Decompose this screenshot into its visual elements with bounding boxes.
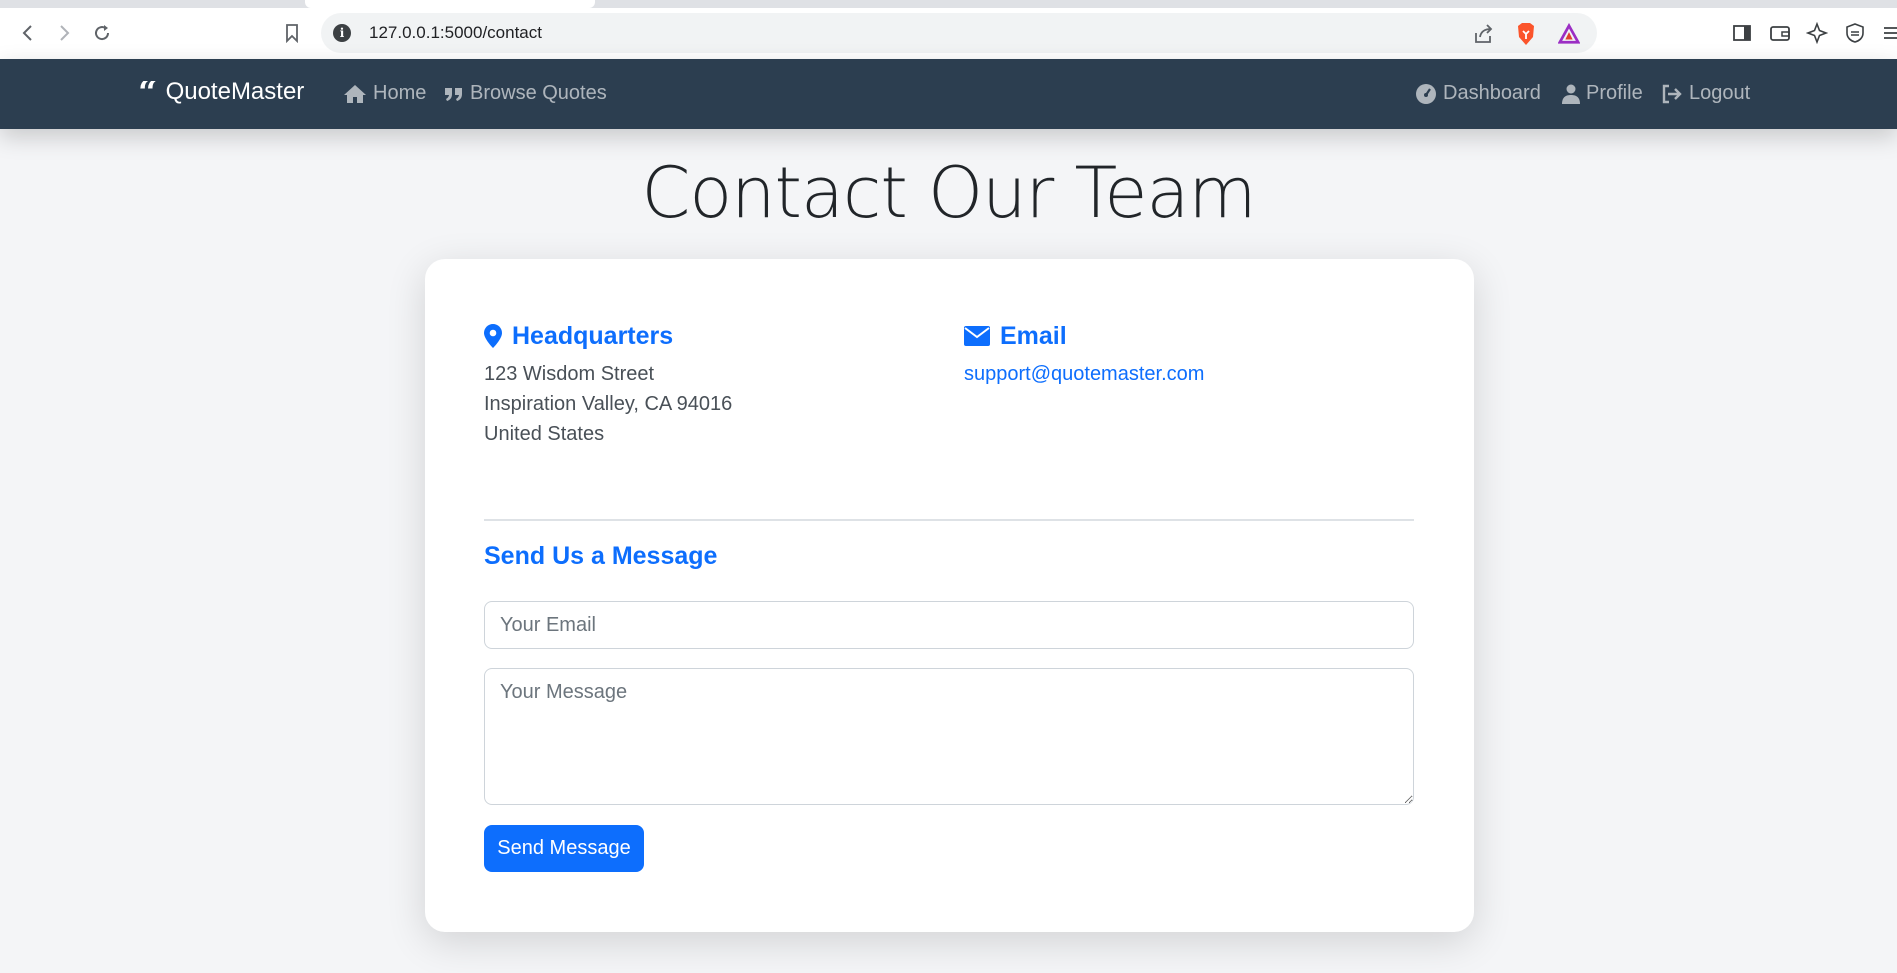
active-tab[interactable] — [305, 0, 595, 8]
site-info-icon[interactable]: i — [333, 24, 351, 42]
brand-link[interactable]: “ QuoteMaster — [138, 78, 304, 106]
nav-logout-label: Logout — [1689, 82, 1751, 104]
email-section: Email support@quotemaster.com — [964, 321, 1204, 389]
headquarters-heading: Headquarters — [484, 321, 732, 351]
brave-shields-icon[interactable] — [1515, 23, 1537, 45]
address-line: Inspiration Valley, CA 94016 — [484, 393, 733, 415]
support-email-link[interactable]: support@quotemaster.com — [964, 363, 1204, 385]
brand-name: QuoteMaster — [165, 78, 305, 105]
user-icon — [1562, 84, 1580, 104]
browser-toolbar: i 127.0.0.1:5000/contact — [0, 8, 1897, 59]
dashboard-gauge-icon — [1416, 83, 1436, 104]
nav-dashboard-label: Dashboard — [1443, 82, 1541, 104]
nav-profile-link[interactable]: Profile — [1562, 82, 1643, 105]
leo-ai-icon[interactable] — [1802, 18, 1832, 48]
section-divider — [484, 519, 1414, 521]
site-navbar: “ QuoteMaster Home Browse Quotes Dashboa… — [0, 59, 1897, 129]
nav-logout-link[interactable]: Logout — [1661, 82, 1750, 105]
nav-dashboard-link[interactable]: Dashboard — [1415, 82, 1541, 105]
form-title: Send Us a Message — [484, 542, 718, 570]
envelope-icon — [964, 326, 990, 346]
logout-icon — [1662, 84, 1682, 103]
address-line: 123 Wisdom Street — [484, 363, 655, 385]
reload-icon[interactable] — [87, 18, 117, 48]
home-icon — [344, 84, 366, 103]
nav-home-link[interactable]: Home — [343, 82, 426, 105]
tab-strip — [0, 0, 1897, 8]
email-title: Email — [1000, 321, 1067, 350]
nav-browse-quotes-label: Browse Quotes — [470, 82, 607, 104]
share-icon[interactable] — [1473, 23, 1495, 45]
forward-icon[interactable] — [50, 18, 80, 48]
contact-card: Headquarters 123 Wisdom Street Inspirati… — [425, 259, 1474, 932]
page-title: Contact Our Team — [641, 152, 1256, 234]
quote-right-icon — [445, 87, 462, 101]
nav-browse-quotes-link[interactable]: Browse Quotes — [444, 82, 607, 105]
back-icon[interactable] — [12, 18, 42, 48]
email-heading: Email — [964, 321, 1204, 351]
headquarters-section: Headquarters 123 Wisdom Street Inspirati… — [484, 321, 732, 449]
message-textarea[interactable] — [484, 668, 1414, 805]
headquarters-title: Headquarters — [512, 321, 674, 350]
nav-home-label: Home — [373, 82, 427, 104]
quote-left-icon: “ — [138, 81, 158, 103]
brave-rewards-icon[interactable] — [1558, 23, 1580, 45]
vpn-shield-icon[interactable] — [1840, 18, 1870, 48]
url-text[interactable]: 127.0.0.1:5000/contact — [369, 23, 542, 43]
sidebar-icon[interactable] — [1727, 18, 1757, 48]
address-line: United States — [484, 423, 605, 445]
map-marker-icon — [484, 324, 502, 348]
nav-profile-label: Profile — [1586, 82, 1643, 104]
bookmark-icon[interactable] — [277, 18, 307, 48]
wallet-icon[interactable] — [1765, 18, 1795, 48]
send-message-button[interactable]: Send Message — [484, 825, 644, 872]
address-bar[interactable]: i 127.0.0.1:5000/contact — [321, 13, 1597, 53]
email-input[interactable] — [484, 601, 1414, 649]
menu-icon[interactable] — [1877, 18, 1897, 48]
